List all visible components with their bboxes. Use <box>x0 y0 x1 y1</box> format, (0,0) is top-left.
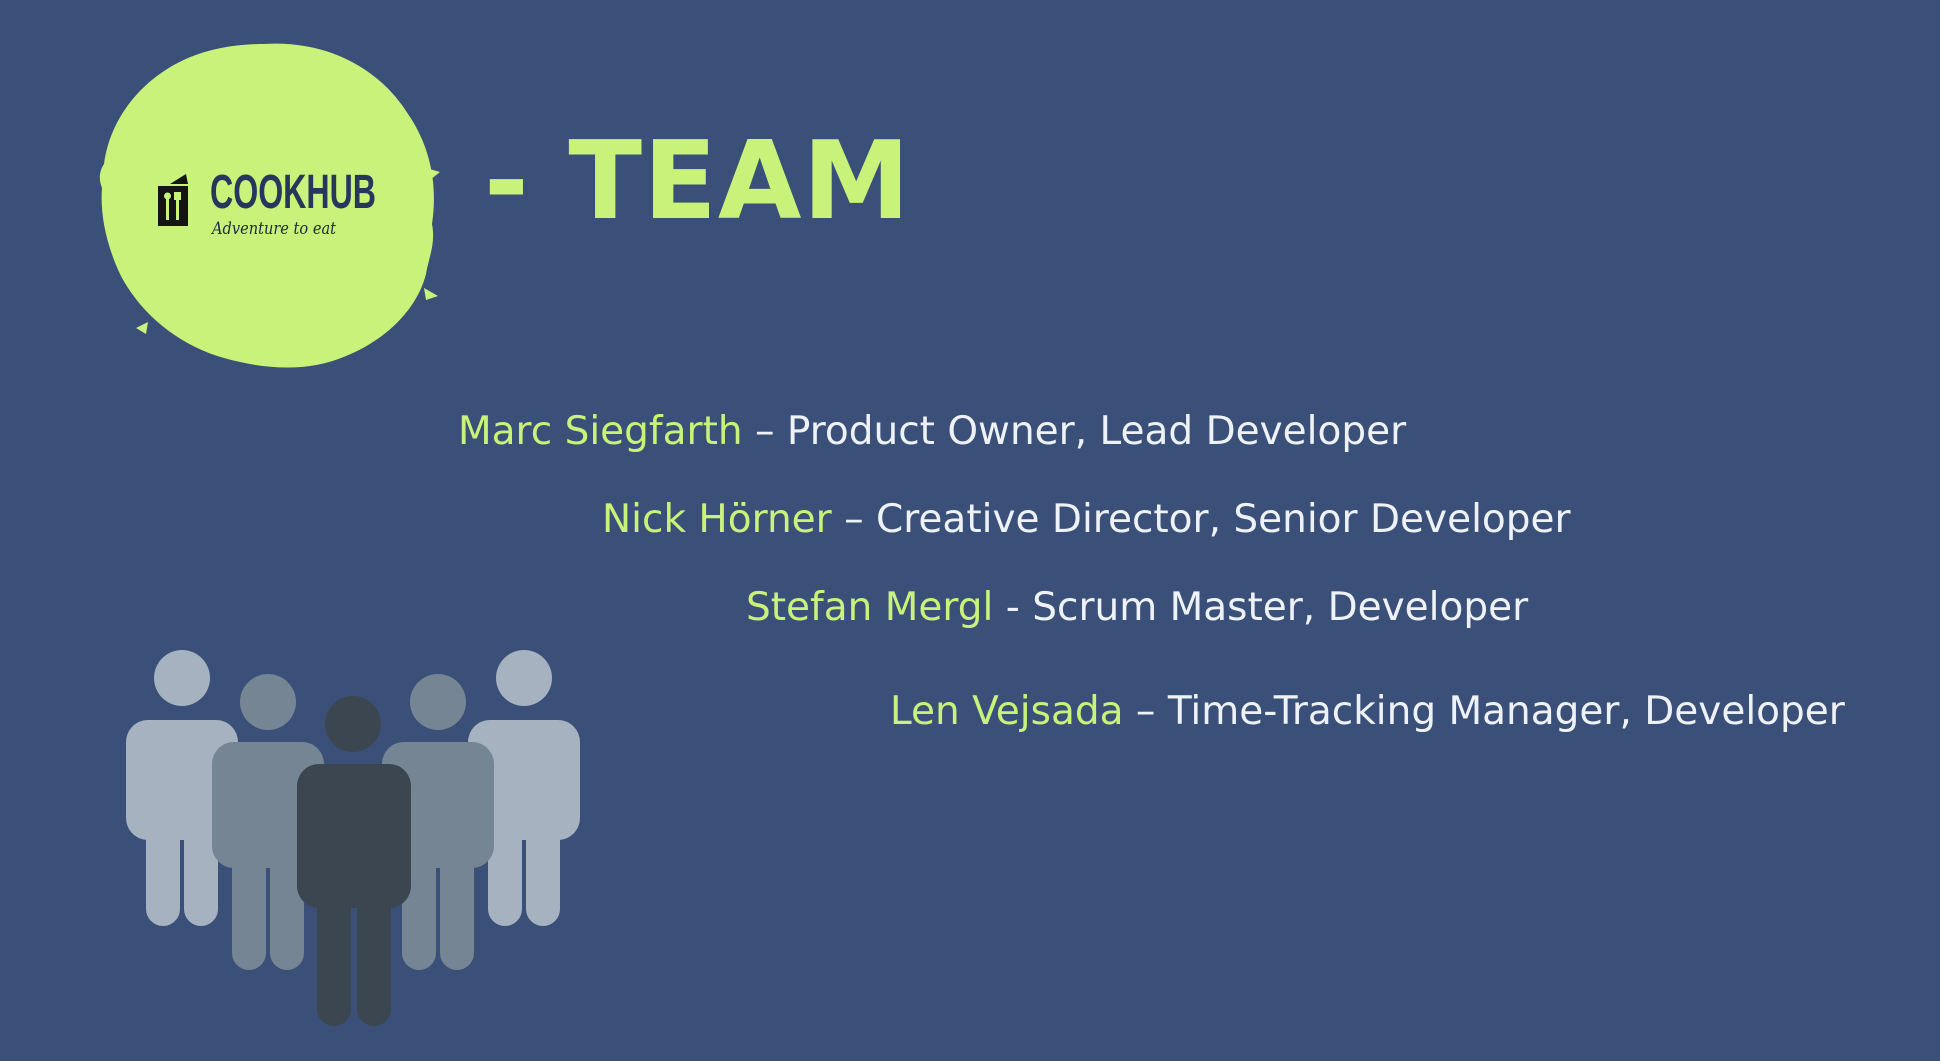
member-separator: – <box>831 497 877 542</box>
member-separator: – <box>1123 689 1168 734</box>
slide: { "slide": { "background_color": "#3a507… <box>0 0 1940 1061</box>
member-name: Nick Hörner <box>602 497 832 542</box>
team-member-line: Len Vejsada – Time-Tracking Manager, Dev… <box>890 692 1845 731</box>
slide-title: - TEAM <box>484 119 911 244</box>
team-member-line: Stefan Mergl - Scrum Master, Developer <box>746 588 1528 627</box>
member-role: Creative Director, Senior Developer <box>876 497 1571 542</box>
cookhub-logo: COOKHUB Adventure to eat <box>96 38 442 372</box>
logo-brand-name: COOKHUB <box>210 166 376 219</box>
member-separator: - <box>993 585 1033 630</box>
member-name: Marc Siegfarth <box>458 409 743 454</box>
member-name: Len Vejsada <box>890 689 1124 734</box>
member-name: Stefan Mergl <box>746 585 994 630</box>
team-member-line: Marc Siegfarth – Product Owner, Lead Dev… <box>458 412 1406 451</box>
team-member-line: Nick Hörner – Creative Director, Senior … <box>602 500 1571 539</box>
member-role: Product Owner, Lead Developer <box>786 409 1407 454</box>
logo-tagline: Adventure to eat <box>210 219 336 239</box>
team-people-icon <box>124 650 584 1028</box>
member-separator: – <box>742 409 787 454</box>
member-role: Time-Tracking Manager, Developer <box>1167 689 1845 734</box>
member-role: Scrum Master, Developer <box>1032 585 1529 630</box>
